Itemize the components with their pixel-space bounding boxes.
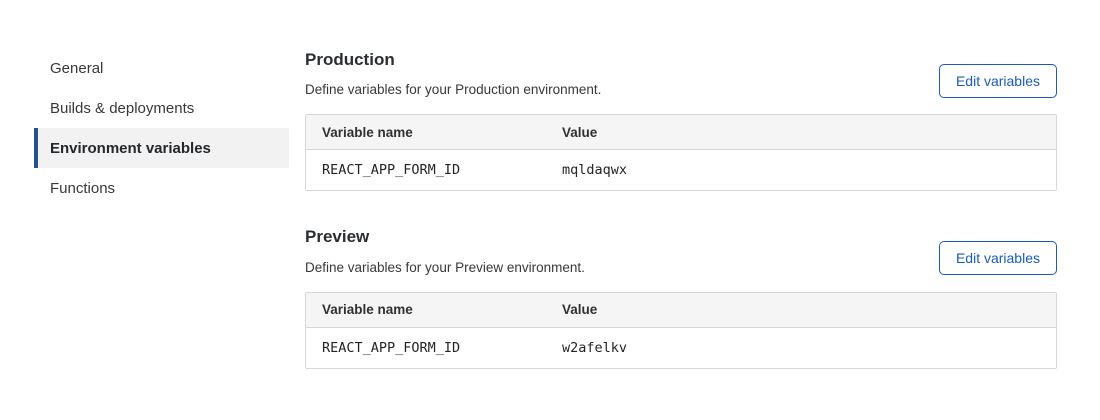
edit-variables-button-preview[interactable]: Edit variables bbox=[939, 241, 1057, 275]
sidebar-item-label: Functions bbox=[50, 180, 115, 197]
variable-name-column-header: Variable name bbox=[306, 293, 546, 328]
preview-section-title: Preview bbox=[305, 227, 585, 247]
production-section: Production Define variables for your Pro… bbox=[305, 50, 1057, 191]
table-row: REACT_APP_FORM_ID w2afelkv bbox=[306, 328, 1056, 368]
sidebar-item-environment-variables[interactable]: Environment variables bbox=[34, 128, 289, 168]
sidebar-item-label: Environment variables bbox=[50, 140, 211, 157]
sidebar-item-general[interactable]: General bbox=[34, 48, 289, 88]
settings-page: General Builds & deployments Environment… bbox=[0, 0, 1100, 369]
table-header-row: Variable name Value bbox=[306, 293, 1056, 328]
value-cell: w2afelkv bbox=[546, 328, 1056, 368]
preview-section: Preview Define variables for your Previe… bbox=[305, 227, 1057, 368]
sidebar-item-label: Builds & deployments bbox=[50, 100, 194, 117]
value-cell: mqldaqwx bbox=[546, 150, 1056, 190]
value-column-header: Value bbox=[546, 293, 1056, 328]
production-section-title: Production bbox=[305, 50, 601, 70]
preview-section-text: Preview Define variables for your Previe… bbox=[305, 227, 585, 277]
production-section-description: Define variables for your Production env… bbox=[305, 81, 601, 100]
value-column-header: Value bbox=[546, 115, 1056, 150]
edit-variables-button-production[interactable]: Edit variables bbox=[939, 64, 1057, 98]
sidebar-item-builds-deployments[interactable]: Builds & deployments bbox=[34, 88, 289, 128]
table-header-row: Variable name Value bbox=[306, 115, 1056, 150]
table-row: REACT_APP_FORM_ID mqldaqwx bbox=[306, 150, 1056, 190]
sidebar-item-functions[interactable]: Functions bbox=[34, 168, 289, 208]
variable-name-cell: REACT_APP_FORM_ID bbox=[306, 150, 546, 190]
production-section-text: Production Define variables for your Pro… bbox=[305, 50, 601, 100]
preview-section-description: Define variables for your Preview enviro… bbox=[305, 259, 585, 278]
variable-name-cell: REACT_APP_FORM_ID bbox=[306, 328, 546, 368]
production-variables-table: Variable name Value REACT_APP_FORM_ID mq… bbox=[305, 114, 1057, 191]
settings-sidebar: General Builds & deployments Environment… bbox=[34, 48, 289, 369]
environment-variables-content: Production Define variables for your Pro… bbox=[305, 48, 1057, 369]
preview-variables-table: Variable name Value REACT_APP_FORM_ID w2… bbox=[305, 292, 1057, 369]
sidebar-item-label: General bbox=[50, 60, 103, 77]
variable-name-column-header: Variable name bbox=[306, 115, 546, 150]
